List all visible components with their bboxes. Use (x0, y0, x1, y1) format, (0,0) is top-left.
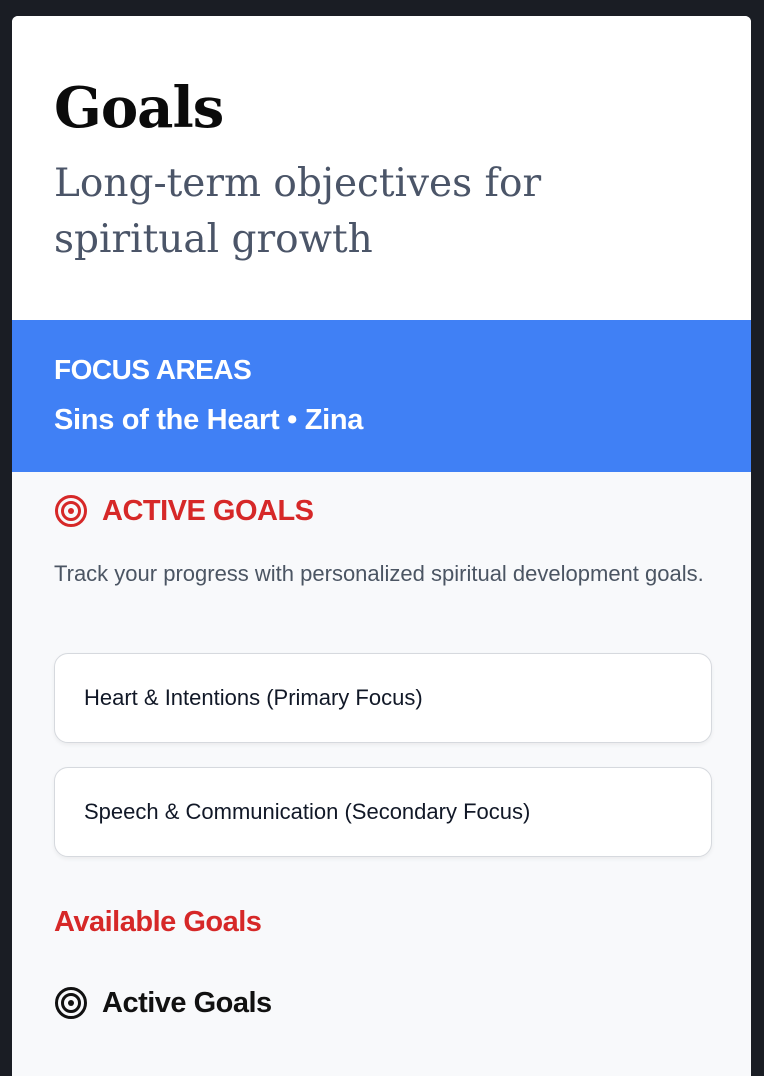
focus-areas-label: FOCUS AREAS (54, 354, 252, 385)
active-goals-description: Track your progress with personalized sp… (54, 561, 704, 586)
active-goals-subheading: Active Goals (54, 986, 272, 1020)
focus-areas-banner: FOCUS AREAS Sins of the Heart • Zina (12, 320, 751, 472)
active-goals-heading: ACTIVE GOALS (54, 494, 314, 528)
page-subtitle: Long-term objectives for spiritual growt… (54, 161, 542, 262)
target-icon (55, 495, 87, 527)
active-goals-title: ACTIVE GOALS (102, 494, 314, 527)
goal-item-label: Speech & Communication (Secondary Focus) (84, 799, 531, 824)
goal-item[interactable]: Heart & Intentions (Primary Focus) (54, 653, 712, 743)
page-title: Goals (54, 75, 224, 141)
goal-item[interactable]: Speech & Communication (Secondary Focus) (54, 767, 712, 857)
goal-item-label: Heart & Intentions (Primary Focus) (84, 685, 423, 710)
active-goals-subtitle: Active Goals (102, 986, 272, 1019)
goals-card: Goals Long-term objectives for spiritual… (12, 16, 751, 1076)
focus-areas-value: Sins of the Heart • Zina (54, 404, 364, 436)
page-header: Goals Long-term objectives for spiritual… (12, 16, 751, 320)
available-goals-title: Available Goals (54, 906, 262, 938)
target-icon (55, 987, 87, 1019)
